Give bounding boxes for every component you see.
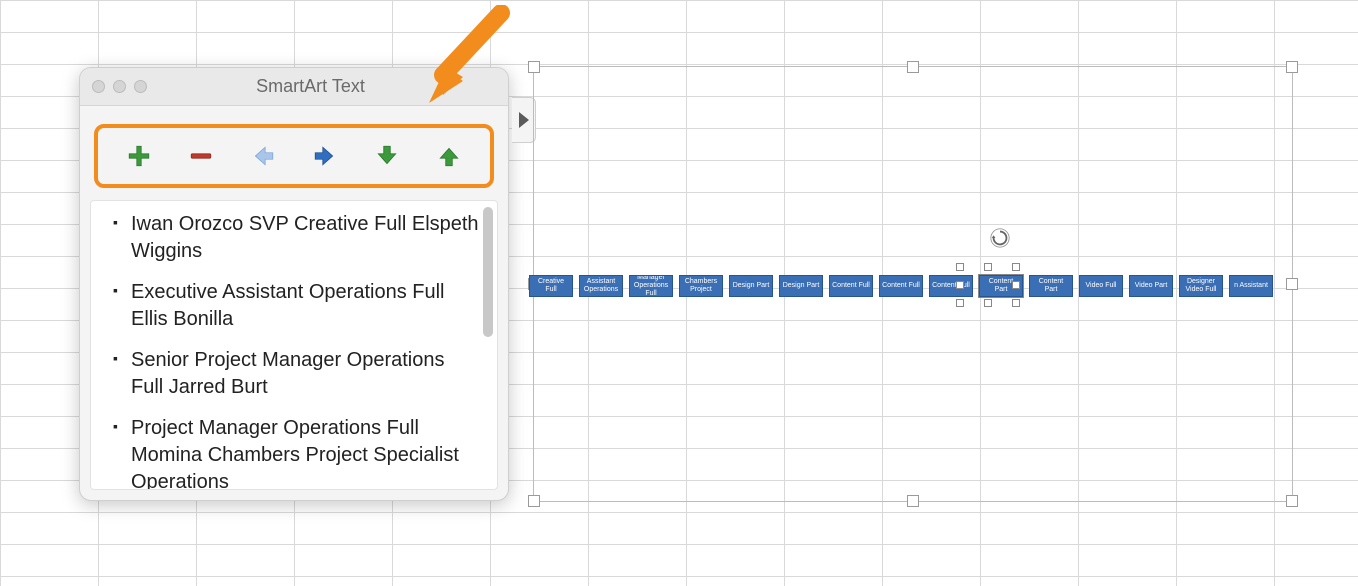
smartart-node[interactable]: Content Full	[929, 275, 973, 297]
resize-handle[interactable]	[1012, 263, 1020, 271]
demote-button[interactable]	[308, 139, 342, 173]
smartart-node[interactable]: Video Full	[1079, 275, 1123, 297]
smartart-node[interactable]: Video Part	[1129, 275, 1173, 297]
smartart-node[interactable]: n Assistant	[1229, 275, 1273, 297]
smartart-node[interactable]: Manager Operations Full	[629, 275, 673, 297]
smartart-node[interactable]: Designer Video Full	[1179, 275, 1223, 297]
arrow-right-icon	[312, 143, 338, 169]
arrow-down-icon	[374, 143, 400, 169]
rotate-handle[interactable]	[989, 227, 1011, 249]
list-item[interactable]: Iwan Orozco SVP Creative Full Elspeth Wi…	[117, 211, 479, 265]
smartart-node[interactable]: Design Part	[779, 275, 823, 297]
smartart-node-row: Creative Full Assistant Operations Manag…	[529, 275, 1297, 297]
list-item[interactable]: Project Manager Operations Full Momina C…	[117, 415, 479, 490]
smartart-text-panel: SmartArt Text	[79, 67, 509, 501]
promote-button[interactable]	[246, 139, 280, 173]
list-item[interactable]: Executive Assistant Operations Full Elli…	[117, 279, 479, 333]
arrow-up-icon	[436, 143, 462, 169]
rotate-icon	[989, 227, 1011, 249]
smartart-canvas[interactable]: Creative Full Assistant Operations Manag…	[533, 66, 1293, 502]
panel-title: SmartArt Text	[125, 76, 496, 97]
smartart-node[interactable]: Design Part	[729, 275, 773, 297]
minus-icon	[188, 143, 214, 169]
move-up-button[interactable]	[432, 139, 466, 173]
smartart-text-list[interactable]: Iwan Orozco SVP Creative Full Elspeth Wi…	[117, 211, 479, 490]
move-down-button[interactable]	[370, 139, 404, 173]
resize-handle[interactable]	[528, 61, 540, 73]
resize-handle[interactable]	[984, 299, 992, 307]
smartart-node[interactable]: Content Part	[1029, 275, 1073, 297]
resize-handle[interactable]	[528, 495, 540, 507]
resize-handle[interactable]	[907, 61, 919, 73]
resize-handle[interactable]	[984, 263, 992, 271]
remove-shape-button[interactable]	[184, 139, 218, 173]
smartart-text-list-body[interactable]: Iwan Orozco SVP Creative Full Elspeth Wi…	[90, 200, 498, 490]
resize-handle[interactable]	[956, 263, 964, 271]
panel-titlebar[interactable]: SmartArt Text	[80, 68, 508, 106]
toolbar-highlight-box	[94, 124, 494, 188]
add-shape-button[interactable]	[122, 139, 156, 173]
arrow-left-icon	[250, 143, 276, 169]
list-item[interactable]: Senior Project Manager Operations Full J…	[117, 347, 479, 401]
resize-handle[interactable]	[1286, 495, 1298, 507]
scrollbar-thumb[interactable]	[483, 207, 493, 337]
resize-handle[interactable]	[1286, 61, 1298, 73]
smartart-node-selected[interactable]: Content Part	[979, 275, 1023, 297]
smartart-node[interactable]: Content Full	[879, 275, 923, 297]
smartart-node[interactable]: Creative Full	[529, 275, 573, 297]
chevron-right-icon	[519, 112, 529, 128]
smartart-node[interactable]: Chambers Project	[679, 275, 723, 297]
smartart-node[interactable]: Assistant Operations	[579, 275, 623, 297]
smartart-node[interactable]: Content Full	[829, 275, 873, 297]
plus-icon	[126, 143, 152, 169]
resize-handle[interactable]	[1012, 299, 1020, 307]
resize-handle[interactable]	[956, 299, 964, 307]
close-icon[interactable]	[92, 80, 105, 93]
resize-handle[interactable]	[907, 495, 919, 507]
